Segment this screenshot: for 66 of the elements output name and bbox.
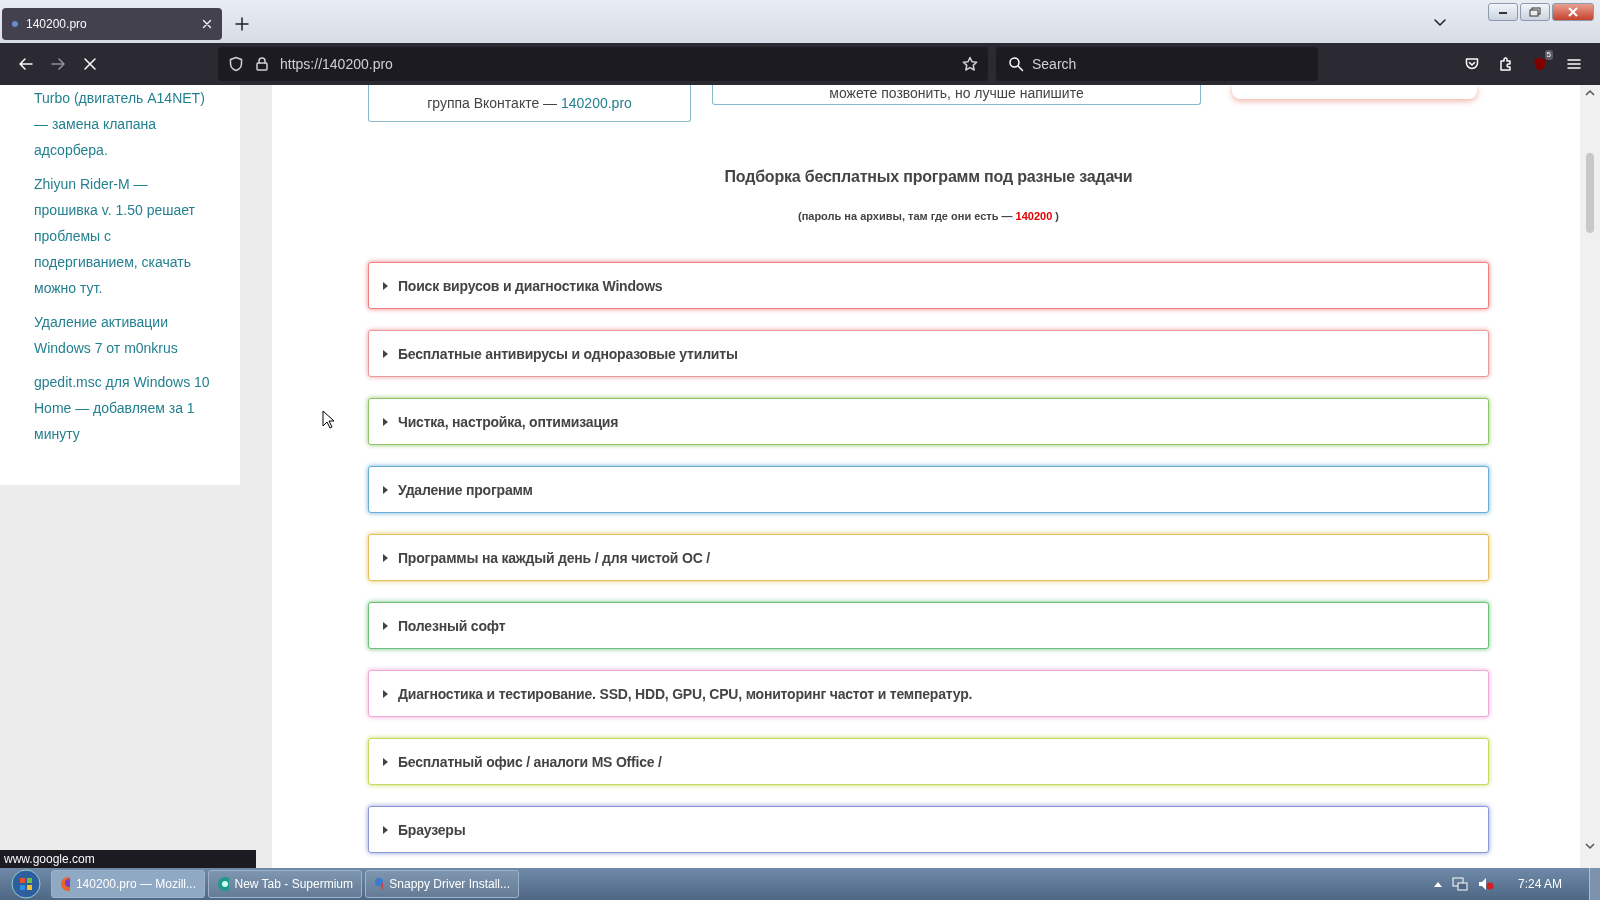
accordion-header[interactable]: Полезный софт bbox=[368, 602, 1489, 649]
triangle-icon bbox=[383, 281, 388, 290]
caret-up-icon[interactable] bbox=[1433, 881, 1442, 887]
start-button[interactable] bbox=[11, 869, 41, 899]
search-field[interactable]: Search bbox=[996, 47, 1318, 81]
accordion-header[interactable]: Чистка, настройка, оптимизация bbox=[368, 398, 1489, 445]
site-icon bbox=[12, 21, 18, 27]
close-icon bbox=[1568, 7, 1578, 17]
status-url: www.google.com bbox=[0, 850, 256, 868]
site-link[interactable]: 140200.pro bbox=[561, 95, 632, 111]
star-icon[interactable] bbox=[962, 56, 978, 72]
menu-icon[interactable] bbox=[1566, 56, 1582, 72]
scrollbar-thumb[interactable] bbox=[1586, 153, 1594, 233]
network-icon[interactable] bbox=[1451, 877, 1468, 891]
browser-icon bbox=[217, 876, 229, 892]
triangle-icon bbox=[383, 825, 388, 834]
clock[interactable]: 7:24 AM bbox=[1517, 877, 1562, 891]
triangle-icon bbox=[383, 621, 388, 630]
minimize-button[interactable] bbox=[1488, 3, 1518, 21]
count-badge: 5 bbox=[1544, 50, 1553, 60]
stop-icon[interactable] bbox=[82, 56, 98, 72]
taskbar-button[interactable]: Snappy Driver Install... bbox=[365, 870, 519, 898]
accordion-header[interactable]: Диагностика и тестирование. SSD, HDD, GPU, CPU, мониторинг частот и температур. bbox=[368, 670, 1489, 717]
forward-arrow-icon[interactable] bbox=[50, 56, 66, 72]
card-text: группа Вконтакте — 140200.pro bbox=[427, 95, 632, 111]
puzzle-icon[interactable] bbox=[1498, 56, 1514, 72]
search-icon bbox=[1008, 56, 1024, 72]
accordion-header[interactable]: Программы на каждый день / для чистой ОС / bbox=[368, 534, 1489, 581]
scroll-up-icon[interactable] bbox=[1585, 89, 1595, 97]
article-link[interactable]: Zhiyun Rider-M — прошивка v. 1.50 решает проблемы с подергиванием, скачать можно тут. bbox=[34, 171, 212, 301]
restore-button[interactable] bbox=[1520, 3, 1550, 21]
section-heading: Подборка бесплатных программ под разные задачи bbox=[723, 168, 1134, 186]
shield-extension-button[interactable]: 5 bbox=[1524, 48, 1556, 80]
scroll-down-icon[interactable] bbox=[1585, 842, 1595, 850]
close-icon[interactable] bbox=[200, 17, 214, 31]
shield-icon bbox=[1532, 56, 1548, 72]
accordion-header[interactable]: Поиск вирусов и диагностика Windows bbox=[368, 262, 1489, 309]
accordion-header[interactable]: Бесплатный офис / аналоги MS Office / bbox=[368, 738, 1489, 785]
taskbar-button[interactable]: New Tab - Supermium bbox=[208, 870, 362, 898]
minimize-icon bbox=[1498, 9, 1508, 15]
browser-tab[interactable]: 140200.pro bbox=[2, 8, 222, 40]
triangle-icon bbox=[383, 485, 388, 494]
muted-speaker-icon[interactable] bbox=[1477, 877, 1494, 891]
new-tab-icon[interactable] bbox=[234, 16, 250, 32]
accordion-header[interactable]: Бесплатные антивирусы и одноразовые утилиты bbox=[368, 330, 1489, 377]
triangle-icon bbox=[383, 417, 388, 426]
article-link[interactable]: Удаление активации Windows 7 от m0nkrus bbox=[34, 309, 212, 361]
lock-icon[interactable] bbox=[254, 56, 270, 72]
triangle-icon bbox=[383, 553, 388, 562]
pocket-icon[interactable] bbox=[1464, 56, 1480, 72]
password-note: (пароль на архивы, там где они есть — 140200 ) bbox=[796, 210, 1061, 222]
cursor-icon bbox=[322, 410, 336, 430]
address-bar[interactable]: https://140200.pro bbox=[218, 47, 988, 81]
article-link[interactable]: gpedit.msc для Windows 10 Home — добавляем за 1 минуту bbox=[34, 369, 212, 447]
triangle-icon bbox=[383, 689, 388, 698]
close-button[interactable] bbox=[1552, 3, 1594, 21]
card-text: можете позвонить, но лучше напишите bbox=[829, 85, 1084, 101]
accordion-header[interactable]: Браузеры bbox=[368, 806, 1489, 853]
browser-icon bbox=[60, 876, 70, 892]
triangle-icon bbox=[383, 757, 388, 766]
restore-icon bbox=[1529, 7, 1541, 17]
back-arrow-icon[interactable] bbox=[18, 56, 34, 72]
article-link[interactable]: Turbo (двигатель A14NET) — замена клапана адсорбера. bbox=[34, 85, 212, 163]
triangle-icon bbox=[383, 349, 388, 358]
shield-icon[interactable] bbox=[228, 56, 244, 72]
accordion-header[interactable]: Удаление программ bbox=[368, 466, 1489, 513]
